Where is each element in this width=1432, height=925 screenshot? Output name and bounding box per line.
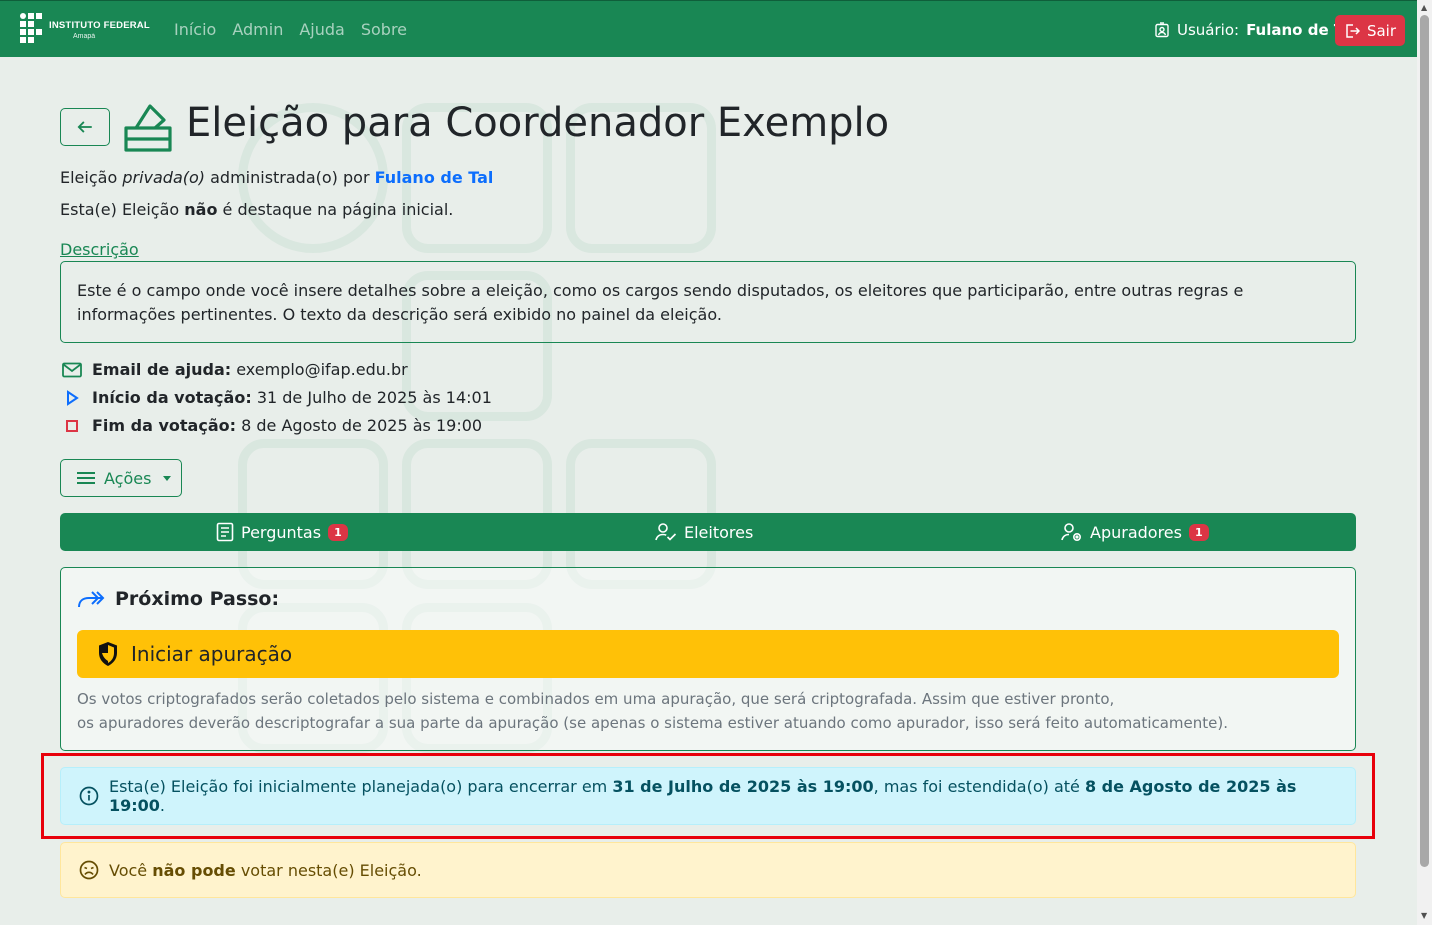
- admin-link[interactable]: Fulano de Tal: [375, 168, 494, 187]
- perguntas-badge: 1: [328, 523, 348, 541]
- page-title: Eleição para Coordenador Exemplo: [186, 100, 890, 146]
- double-arrow-right-icon: [78, 591, 105, 608]
- user-check-icon: [655, 523, 677, 541]
- nav-link-ajuda[interactable]: Ajuda: [299, 20, 345, 39]
- next-step-description: Os votos criptografados serão coletados …: [77, 690, 1229, 732]
- highlight-frame: [41, 753, 1375, 839]
- tab-apuradores[interactable]: Apuradores 1: [1061, 513, 1209, 551]
- featured-status-line: Esta(e) Eleição não é destaque na página…: [60, 200, 454, 219]
- tab-perguntas[interactable]: Perguntas 1: [216, 513, 348, 551]
- document-icon: [216, 522, 234, 542]
- actions-dropdown[interactable]: Ações: [60, 459, 182, 497]
- start-tally-button[interactable]: Iniciar apuração: [77, 630, 1339, 678]
- scroll-down-icon[interactable]: ▼: [1421, 911, 1427, 920]
- logout-icon: [1346, 23, 1360, 38]
- back-button[interactable]: [60, 108, 110, 146]
- envelope-icon: [60, 362, 84, 378]
- top-navbar: INSTITUTO FEDERAL Amapá Início Admin Aju…: [0, 0, 1417, 57]
- logout-button[interactable]: Sair: [1335, 15, 1405, 46]
- description-label: Descrição: [60, 240, 139, 259]
- scrollbar-thumb[interactable]: [1420, 15, 1429, 867]
- brand-campus: Amapá: [73, 32, 96, 40]
- help-email-row: Email de ajuda: exemplo@ifap.edu.br: [60, 360, 408, 379]
- ballot-box-icon: [123, 102, 173, 158]
- arrow-left-icon: [77, 121, 92, 133]
- brand-logo[interactable]: INSTITUTO FEDERAL Amapá: [20, 13, 150, 45]
- menu-icon: [77, 472, 95, 484]
- play-icon: [60, 389, 84, 406]
- election-owner-line: Eleição privada(o) administrada(o) por F…: [60, 168, 494, 187]
- logout-label: Sair: [1366, 21, 1397, 40]
- cannot-vote-alert: Você não pode votar nesta(e) Eleição.: [60, 842, 1356, 898]
- brand-name: INSTITUTO FEDERAL: [49, 20, 150, 32]
- user-label: Usuário:: [1177, 21, 1240, 39]
- frown-face-icon: [79, 860, 99, 880]
- shield-icon: [99, 642, 117, 666]
- description-text: Este é o campo onde você insere detalhes…: [77, 281, 1244, 324]
- nav-link-sobre[interactable]: Sobre: [361, 20, 407, 39]
- start-time-row: Início da votação: 31 de Julho de 2025 à…: [60, 388, 492, 407]
- if-logo-icon: [20, 13, 44, 45]
- next-step-title: Próximo Passo:: [77, 588, 279, 610]
- next-step-card: Próximo Passo: Iniciar apuração Os votos…: [60, 567, 1356, 751]
- end-time-row: Fim da votação: 8 de Agosto de 2025 às 1…: [60, 416, 482, 435]
- apuradores-badge: 1: [1188, 523, 1209, 541]
- stop-icon: [60, 419, 84, 433]
- user-badge-icon: [1155, 22, 1169, 38]
- user-gear-icon: [1061, 523, 1082, 542]
- page-scrollbar[interactable]: ▲ ▼: [1417, 0, 1432, 925]
- nav-link-admin[interactable]: Admin: [232, 20, 283, 39]
- user-info: Usuário: Fulano de Tal: [1154, 21, 1357, 39]
- nav-link-inicio[interactable]: Início: [174, 20, 216, 39]
- tab-bar: Perguntas 1 Eleitores Apuradores 1: [60, 513, 1356, 551]
- help-email: exemplo@ifap.edu.br: [236, 360, 408, 379]
- caret-down-icon: [163, 475, 172, 481]
- tab-eleitores[interactable]: Eleitores: [655, 513, 753, 551]
- actions-label: Ações: [104, 468, 152, 488]
- description-box: Este é o campo onde você insere detalhes…: [60, 261, 1356, 343]
- scroll-up-icon[interactable]: ▲: [1421, 3, 1427, 12]
